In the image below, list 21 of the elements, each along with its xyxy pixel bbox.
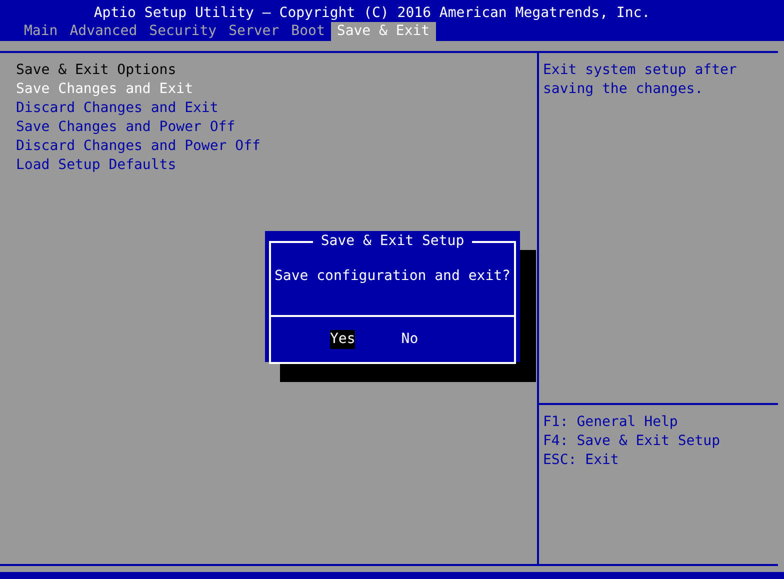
menu-item[interactable]: Save Changes and Exit bbox=[16, 80, 194, 99]
menu-item[interactable]: Discard Changes and Power Off bbox=[16, 137, 260, 156]
menu-item[interactable]: Save Changes and Power Off bbox=[16, 118, 236, 137]
dialog-message: Save configuration and exit? bbox=[273, 267, 512, 286]
menu-tab[interactable]: Server bbox=[222, 22, 286, 41]
menu-tab[interactable]: Advanced bbox=[64, 22, 144, 41]
menu-item[interactable]: Discard Changes and Exit bbox=[16, 99, 218, 118]
menu-tab[interactable]: Main bbox=[18, 22, 64, 41]
menu-item[interactable]: Load Setup Defaults bbox=[16, 156, 176, 175]
dialog-button[interactable]: Yes bbox=[330, 330, 356, 349]
section-heading: Save & Exit Options bbox=[16, 61, 176, 80]
key-hint: F1: General Help bbox=[543, 413, 678, 432]
menu-tab[interactable]: Save & Exit bbox=[330, 22, 436, 41]
menu-tab[interactable]: Security bbox=[143, 22, 223, 41]
menu-tab[interactable]: Boot bbox=[285, 22, 331, 41]
key-hint: ESC: Exit bbox=[543, 451, 619, 470]
dialog-title: Save & Exit Setup bbox=[312, 232, 472, 250]
dialog-button[interactable]: No bbox=[401, 330, 418, 349]
window-title: Aptio Setup Utility – Copyright (C) 2016 American Megatrends, Inc. bbox=[92, 4, 652, 22]
key-hint: F4: Save & Exit Setup bbox=[543, 432, 720, 451]
help-text: Exit system setup after saving the changes. bbox=[542, 61, 738, 99]
